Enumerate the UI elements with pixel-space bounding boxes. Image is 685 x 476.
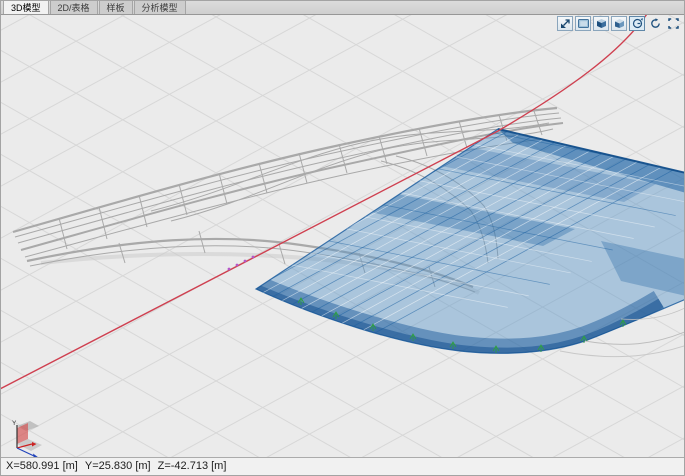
axis-label-y: Y: [12, 420, 17, 427]
zoom-extents-icon[interactable]: [665, 16, 681, 31]
statusbar: X=580.991 [m] Y=25.830 [m] Z=-42.713 [m]: [1, 457, 684, 475]
view-toolbar: [557, 16, 681, 31]
tab-analysis-model[interactable]: 分析模型: [134, 0, 186, 14]
app-window: Y Z 3D模型 2D/表格 样板 分析模型: [0, 0, 685, 476]
coordinate-readout-z: Z=-42.713 [m]: [158, 460, 227, 472]
perspective-view-icon[interactable]: [611, 16, 627, 31]
viewport-3d[interactable]: Y Z: [1, 1, 685, 476]
rotate-icon[interactable]: [647, 16, 663, 31]
coordinate-readout-y: Y=25.830 [m]: [85, 460, 151, 472]
orbit-icon[interactable]: [629, 16, 645, 31]
coordinate-readout-x: X=580.991 [m]: [6, 460, 78, 472]
view-tabbar: 3D模型 2D/表格 样板 分析模型: [1, 1, 684, 15]
plane-view-icon[interactable]: [575, 16, 591, 31]
tab-template[interactable]: 样板: [99, 0, 133, 14]
iso-view-icon[interactable]: [593, 16, 609, 31]
initial-view-icon[interactable]: [557, 16, 573, 31]
tab-3d-model[interactable]: 3D模型: [3, 0, 49, 14]
tab-2d-tables[interactable]: 2D/表格: [50, 0, 98, 14]
